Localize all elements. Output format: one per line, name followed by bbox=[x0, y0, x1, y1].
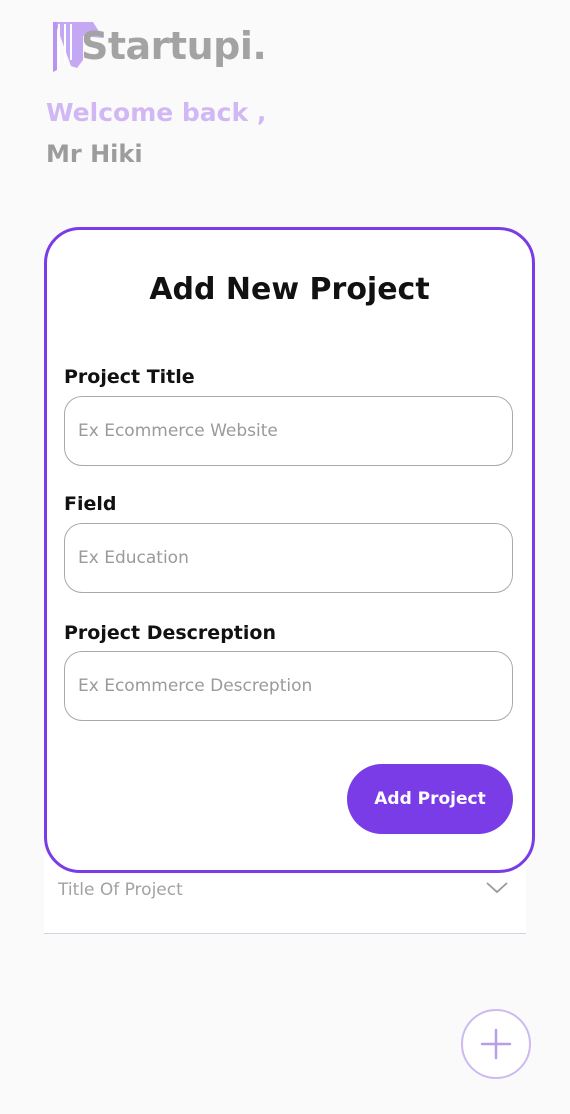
project-title-label: Project Title bbox=[64, 366, 195, 388]
field-input[interactable] bbox=[64, 523, 513, 593]
add-project-modal: Add New Project Project Title Field Proj… bbox=[44, 227, 535, 873]
add-button[interactable] bbox=[461, 1009, 531, 1079]
project-title-input[interactable] bbox=[64, 396, 513, 466]
plus-icon bbox=[480, 1028, 512, 1060]
welcome-text: Welcome back , bbox=[46, 98, 267, 127]
chevron-down-icon[interactable] bbox=[486, 882, 508, 894]
project-list-item-title: Title Of Project bbox=[58, 880, 183, 900]
app-logo-text: Startupi. bbox=[81, 24, 267, 68]
project-description-input[interactable] bbox=[64, 651, 513, 721]
add-project-button[interactable]: Add Project bbox=[347, 764, 513, 834]
project-description-label: Project Descreption bbox=[64, 622, 276, 644]
modal-title: Add New Project bbox=[149, 272, 430, 307]
username-text: Mr Hiki bbox=[46, 140, 143, 168]
field-label: Field bbox=[64, 493, 117, 515]
